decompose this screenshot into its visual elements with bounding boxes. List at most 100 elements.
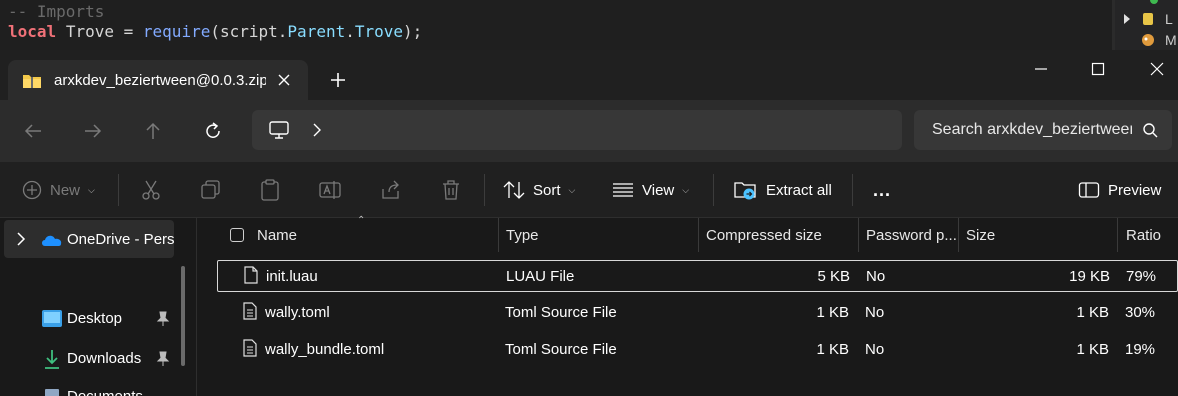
select-all-checkbox[interactable] [230, 228, 244, 242]
minimize-button[interactable] [1018, 54, 1064, 84]
command-separator [118, 174, 119, 206]
nav-item-desktop[interactable]: Desktop [0, 306, 176, 334]
code-paren-open: ( [210, 22, 220, 41]
file-row[interactable]: wally_bundle.toml Toml Source File 1 KB … [217, 334, 1178, 366]
column-divider[interactable] [958, 218, 959, 252]
explorer-tree-panel: L M [1115, 0, 1178, 50]
breadcrumb-chevron-icon[interactable] [312, 123, 322, 137]
tree-item-label: M [1165, 32, 1177, 48]
onedrive-cloud-icon [42, 235, 62, 246]
maximize-icon [1091, 62, 1105, 76]
tab-title: arxkdev_beziertween@0.0.3.zip [54, 72, 266, 89]
file-name: wally.toml [265, 304, 330, 321]
nav-item-downloads[interactable]: Downloads [0, 346, 176, 374]
nav-item-label: Documents [67, 388, 143, 396]
view-button[interactable]: View ⌵ [612, 176, 689, 204]
extract-all-button[interactable]: Extract all [734, 176, 832, 204]
code-function: require [142, 22, 211, 41]
column-header-label: Ratio [1126, 226, 1162, 244]
code-line: local Trove = require(script.Parent.Trov… [8, 22, 422, 41]
file-explorer-window: arxkdev_beziertween@0.0.3.zip Search arx… [0, 50, 1178, 396]
sort-button[interactable]: Sort ⌵ [503, 176, 575, 204]
new-button[interactable]: New ⌵ [22, 176, 95, 204]
search-input[interactable]: Search arxkdev_beziertween@0.0.3.zip [932, 121, 1132, 139]
column-divider[interactable] [858, 218, 859, 252]
sort-caret-icon: ⌃ [357, 215, 366, 226]
nav-item-onedrive[interactable]: OneDrive - Personal [4, 220, 174, 258]
file-name: wally_bundle.toml [265, 341, 385, 358]
cut-button[interactable] [140, 176, 162, 204]
file-name: init.luau [266, 268, 318, 285]
zip-folder-icon [23, 75, 41, 88]
code-comment: -- Imports [8, 2, 105, 21]
column-divider[interactable] [1117, 218, 1118, 252]
delete-button[interactable] [440, 176, 462, 204]
tree-item[interactable]: M [1123, 32, 1177, 48]
rename-icon [319, 181, 341, 199]
preview-button[interactable]: Preview [1078, 176, 1161, 204]
code-object: script [219, 22, 278, 41]
file-compressed-size: 5 KB [817, 268, 850, 285]
close-tab-icon[interactable] [274, 70, 294, 90]
text-file-icon [243, 302, 257, 320]
arrow-left-icon [24, 124, 41, 138]
search-icon[interactable] [1142, 122, 1158, 138]
close-icon [1150, 62, 1164, 76]
maximize-button[interactable] [1075, 54, 1121, 84]
copy-button[interactable] [200, 176, 222, 204]
pin-icon[interactable] [156, 351, 170, 367]
nav-item-label: OneDrive - Personal [67, 231, 174, 248]
view-lines-icon [613, 183, 633, 197]
nav-pane-scrollbar[interactable] [181, 266, 185, 366]
file-row[interactable]: init.luau LUAU File 5 KB No 19 KB 79% [217, 260, 1178, 292]
preview-label: Preview [1108, 181, 1162, 199]
column-header-name[interactable]: Name [257, 218, 497, 252]
module-icon [1142, 34, 1154, 46]
paste-button[interactable] [259, 176, 281, 204]
address-bar[interactable] [252, 110, 902, 150]
rename-button[interactable] [319, 176, 341, 204]
search-box[interactable]: Search arxkdev_beziertween@0.0.3.zip [914, 110, 1172, 150]
back-button[interactable] [20, 118, 46, 144]
tree-item-label: L [1165, 11, 1173, 27]
tree-item[interactable]: L [1123, 11, 1173, 27]
tab-strip: arxkdev_beziertween@0.0.3.zip [0, 50, 1178, 100]
code-editor[interactable]: -- Imports local Trove = require(script.… [0, 0, 1112, 50]
column-header-size[interactable]: Size [966, 218, 1116, 252]
file-row[interactable]: wally.toml Toml Source File 1 KB No 1 KB… [217, 297, 1178, 329]
status-dot-icon [1150, 0, 1158, 4]
close-window-button[interactable] [1134, 54, 1178, 84]
refresh-button[interactable] [200, 118, 226, 144]
file-size: 19 KB [1069, 268, 1110, 285]
file-compressed-size: 1 KB [816, 304, 849, 321]
scissors-icon [142, 180, 160, 200]
column-header-compressed-size[interactable]: Compressed size [706, 218, 856, 252]
column-divider[interactable] [498, 218, 499, 252]
extract-all-label: Extract all [766, 181, 832, 199]
tab-zip-folder[interactable]: arxkdev_beziertween@0.0.3.zip [8, 60, 308, 100]
preview-pane-icon [1078, 182, 1100, 198]
arrow-up-icon [146, 122, 160, 139]
pin-icon[interactable] [156, 311, 170, 327]
arrow-right-icon [85, 124, 102, 138]
nav-item-documents[interactable]: Documents [0, 386, 176, 396]
column-header-type[interactable]: Type [506, 218, 696, 252]
new-tab-plus-icon[interactable] [326, 68, 350, 92]
refresh-icon [206, 122, 220, 138]
code-dot: . [277, 22, 288, 41]
column-divider[interactable] [698, 218, 699, 252]
file-size: 1 KB [1076, 341, 1109, 358]
column-header-ratio[interactable]: Ratio [1126, 218, 1178, 252]
up-button[interactable] [140, 118, 166, 144]
sort-icon [503, 181, 525, 199]
expand-arrow-icon[interactable] [1123, 14, 1131, 24]
copy-icon [201, 180, 220, 199]
code-variable: Trove [65, 22, 114, 41]
trash-icon [443, 180, 459, 200]
share-button[interactable] [380, 176, 402, 204]
expand-chevron-icon[interactable] [16, 232, 26, 246]
more-options-button[interactable]: ... [873, 176, 891, 204]
chevron-down-icon: ⌵ [568, 184, 576, 195]
forward-button[interactable] [80, 118, 106, 144]
column-header-password[interactable]: Password p... [866, 218, 958, 252]
